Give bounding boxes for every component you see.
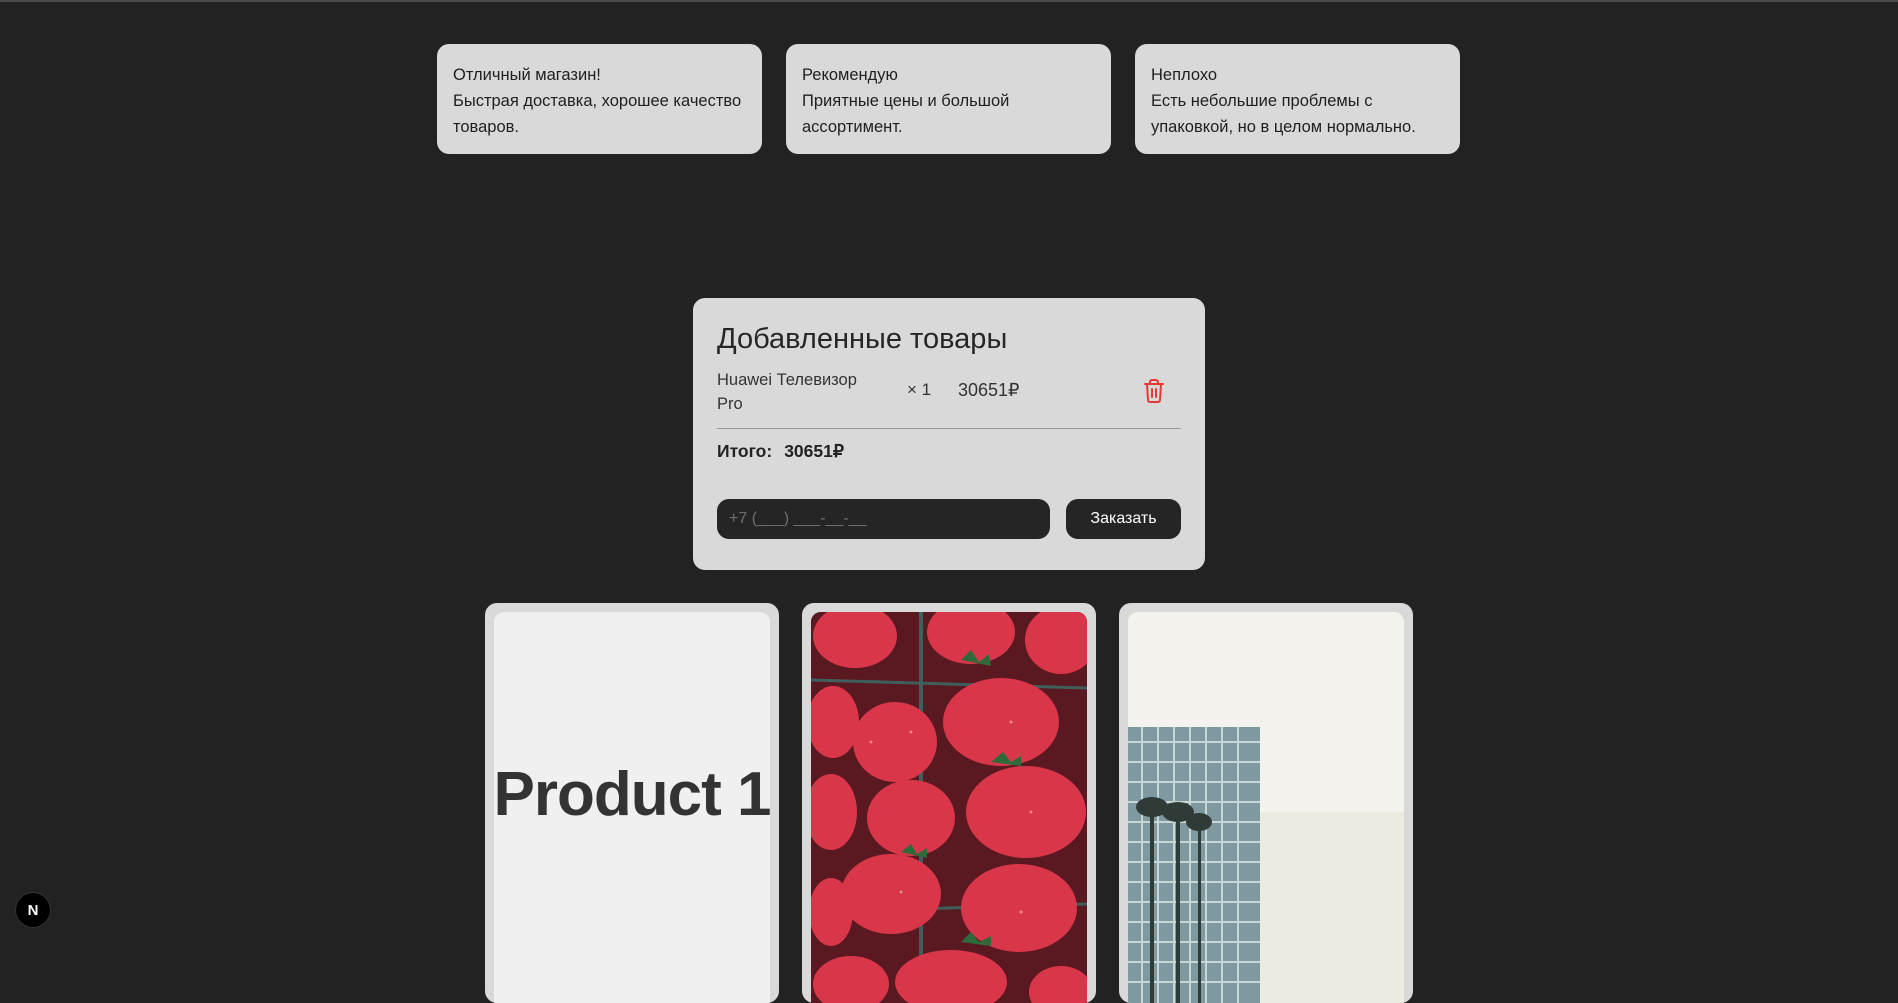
total-value: 30651₽ [784, 441, 844, 461]
product-card[interactable] [1119, 603, 1413, 1003]
product-card[interactable] [802, 603, 1096, 1003]
cart-item-price: 30651₽ [958, 380, 1020, 400]
cart-total: Итого: 30651₽ [717, 441, 1181, 462]
review-text: Есть небольшие проблемы с упаковкой, но … [1151, 92, 1416, 136]
product-image-label: Product 1 [494, 760, 770, 829]
cart-item-name: Huawei Телевизор Pro [717, 371, 857, 413]
products-grid: Product 1 [485, 603, 1413, 1003]
review-card: Рекомендую Приятные цены и большой ассор… [786, 44, 1111, 154]
order-form: Заказать [717, 499, 1181, 539]
trash-icon[interactable] [1142, 378, 1166, 404]
review-title: Рекомендую [802, 66, 898, 84]
product-image-building [1128, 612, 1404, 1003]
review-card: Отличный магазин! Быстрая доставка, хоро… [437, 44, 762, 154]
product-image: Product 1 [494, 612, 770, 1003]
review-title: Неплохо [1151, 66, 1218, 84]
review-text: Быстрая доставка, хорошее качество товар… [453, 92, 742, 136]
total-label: Итого: [717, 441, 773, 461]
next-logo-icon[interactable]: N [16, 893, 50, 927]
review-text: Приятные цены и большой ассортимент. [802, 92, 1010, 136]
cart-panel: Добавленные товары Huawei Телевизор Pro … [693, 298, 1205, 570]
product-card[interactable]: Product 1 [485, 603, 779, 1003]
review-card: Неплохо Есть небольшие проблемы с упаков… [1135, 44, 1460, 154]
top-border [0, 0, 1898, 2]
order-button[interactable]: Заказать [1066, 499, 1181, 539]
phone-input[interactable] [717, 499, 1050, 539]
cart-item-quantity: × 1 [907, 380, 932, 399]
cart-title: Добавленные товары [717, 323, 1008, 355]
cart-item: Huawei Телевизор Pro × 1 30651₽ [717, 368, 1181, 429]
reviews-section: Отличный магазин! Быстрая доставка, хоро… [437, 44, 1460, 154]
product-image-strawberries [811, 612, 1087, 1003]
review-title: Отличный магазин! [453, 66, 601, 84]
